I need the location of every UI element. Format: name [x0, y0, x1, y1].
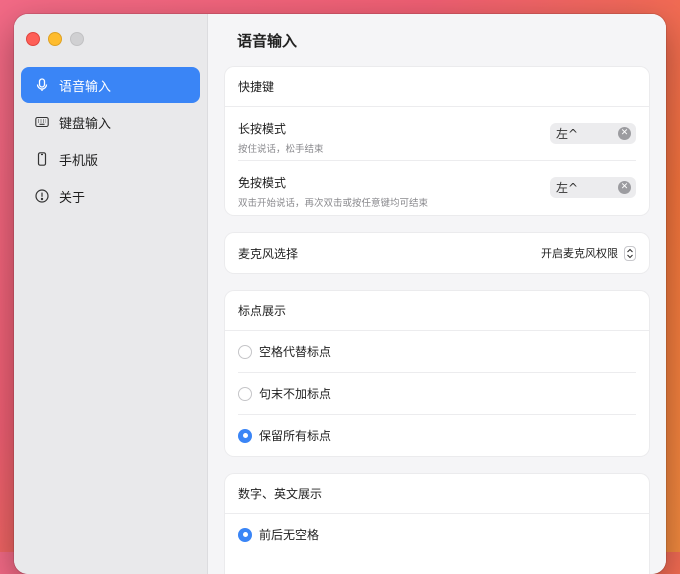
microphone-icon — [36, 78, 48, 91]
radio-button-selected[interactable] — [238, 428, 252, 443]
radio-option-space-instead[interactable]: 空格代替标点 — [238, 331, 636, 372]
radio-label: 保留所有标点 — [259, 429, 332, 443]
shortcuts-header: 快捷键 — [225, 67, 649, 107]
zoom-button[interactable] — [70, 32, 84, 46]
microphone-select[interactable]: 开启麦克风权限 — [541, 245, 636, 261]
sidebar-item-label: 关于 — [59, 190, 86, 206]
window-controls — [26, 32, 84, 46]
radio-option-keep-all[interactable]: 保留所有标点 — [238, 414, 636, 456]
punctuation-header: 标点展示 — [225, 291, 649, 331]
clear-icon[interactable]: ✕ — [618, 127, 631, 140]
radio-option-no-end-punct[interactable]: 句末不加标点 — [238, 372, 636, 414]
long-press-key-value: 左^ — [556, 127, 579, 141]
sidebar-item-label: 手机版 — [59, 153, 99, 169]
sidebar-item-mobile[interactable]: 手机版 — [21, 141, 200, 177]
microphone-label: 麦克风选择 — [238, 246, 299, 261]
page-title: 语音输入 — [237, 32, 298, 50]
sidebar-item-about[interactable]: 关于 — [21, 178, 200, 214]
keyboard-icon — [35, 116, 49, 128]
microphone-row: 麦克风选择 开启麦克风权限 — [225, 233, 649, 273]
clear-icon[interactable]: ✕ — [618, 181, 631, 194]
chevron-up-down-icon — [624, 245, 636, 261]
sidebar-item-label: 键盘输入 — [59, 116, 112, 132]
sidebar: 语音输入 键盘输入 手机版 关于 — [14, 14, 208, 574]
punctuation-card: 标点展示 空格代替标点 句末不加标点 保留所有标点 — [225, 291, 649, 456]
sidebar-nav: 语音输入 键盘输入 手机版 关于 — [21, 67, 200, 215]
number-english-card: 数字、英文展示 前后无空格 — [225, 474, 649, 574]
long-press-key-field[interactable]: 左^ ✕ — [550, 123, 636, 144]
radio-button[interactable] — [238, 386, 252, 401]
long-press-row: 长按模式 按住说话，松手结束 左^ ✕ — [238, 107, 636, 160]
radio-label: 句末不加标点 — [259, 387, 332, 401]
microphone-select-value: 开启麦克风权限 — [541, 247, 618, 260]
close-button[interactable] — [26, 32, 40, 46]
radio-button[interactable] — [238, 344, 252, 359]
sidebar-item-keyboard-input[interactable]: 键盘输入 — [21, 104, 200, 140]
hands-free-key-field[interactable]: 左^ ✕ — [550, 177, 636, 198]
settings-window: 语音输入 键盘输入 手机版 关于 语音输入 快捷键 长按模式 按住说话，松手结束… — [14, 14, 666, 574]
main-content: 语音输入 快捷键 长按模式 按住说话，松手结束 左^ ✕ 免按模式 双击开始说话… — [208, 14, 666, 574]
hands-free-key-value: 左^ — [556, 181, 579, 195]
microphone-card: 麦克风选择 开启麦克风权限 — [225, 233, 649, 273]
sidebar-item-voice-input[interactable]: 语音输入 — [21, 67, 200, 103]
info-icon — [35, 189, 49, 203]
shortcuts-card: 快捷键 长按模式 按住说话，松手结束 左^ ✕ 免按模式 双击开始说话，再次双击… — [225, 67, 649, 215]
number-english-header: 数字、英文展示 — [225, 474, 649, 514]
radio-option-no-space[interactable]: 前后无空格 — [238, 514, 636, 555]
radio-label: 空格代替标点 — [259, 345, 332, 359]
sidebar-item-label: 语音输入 — [59, 79, 112, 95]
hands-free-row: 免按模式 双击开始说话，再次双击或按任意键均可结束 左^ ✕ — [238, 160, 636, 214]
radio-label: 前后无空格 — [259, 528, 320, 542]
phone-icon — [37, 152, 47, 166]
radio-button-selected[interactable] — [238, 527, 252, 542]
minimize-button[interactable] — [48, 32, 62, 46]
